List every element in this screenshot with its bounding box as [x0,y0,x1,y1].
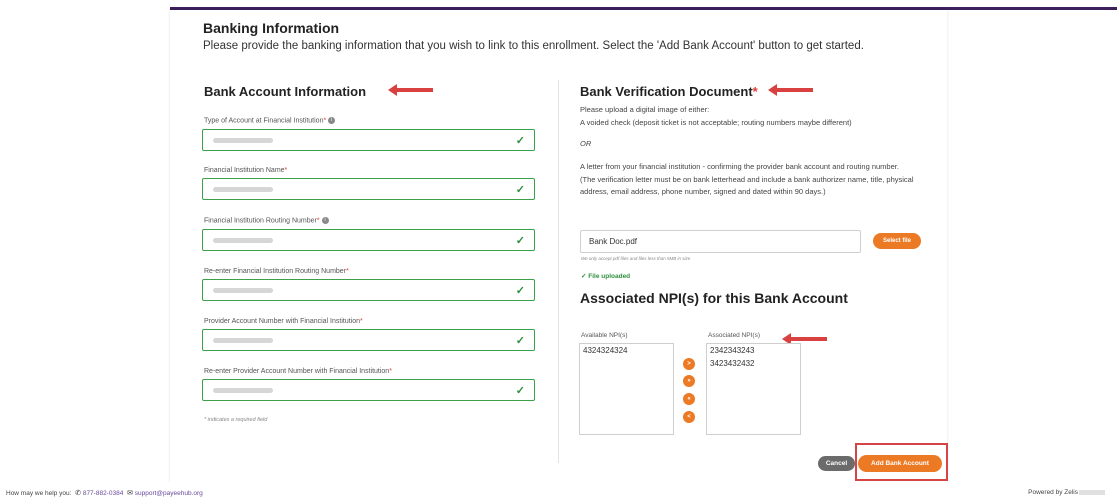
top-bar [0,0,1117,10]
account-type-label: Type of Account at Financial Institution… [204,117,336,124]
annotation-arrow [388,84,433,96]
check-icon: ✓ [515,184,525,196]
check-icon: ✓ [515,235,525,247]
upload-status: ✓ File uploaded [581,273,631,280]
mail-icon: ✉ [125,490,133,497]
footer-help: How may we help you: ✆ 877-882-0384 ✉ su… [6,490,203,497]
verification-option-letter: A letter from your financial institution… [580,162,914,196]
npi-title: Associated NPI(s) for this Bank Account [580,290,848,306]
verification-intro: Please upload a digital image of either: [580,105,710,114]
cancel-button[interactable]: Cancel [818,456,855,471]
list-item[interactable]: 3423432432 [707,357,800,370]
banking-description: Please provide the banking information t… [203,40,864,52]
list-item[interactable]: 2342343243 [707,344,800,357]
check-icon: ✓ [515,385,525,397]
annotation-arrow [768,84,813,96]
phone-icon: ✆ [73,490,82,497]
column-divider [558,80,559,463]
routing-confirm-field[interactable]: ✓ [202,279,535,301]
footer: How may we help you: ✆ 877-882-0384 ✉ su… [0,482,1117,502]
account-number-label: Provider Account Number with Financial I… [204,318,363,325]
required-note: * indicates a required field [204,417,268,423]
check-icon: ✓ [515,135,525,147]
account-type-field[interactable]: ✓ [202,129,535,151]
routing-number-field[interactable]: ✓ [202,229,535,251]
account-number-field[interactable]: ✓ [202,329,535,351]
move-left-button[interactable]: < [683,411,695,423]
move-all-right-button[interactable]: » [683,375,695,387]
file-name-field[interactable]: Bank Doc.pdf [580,230,861,253]
verification-title: Bank Verification Document* [580,84,758,99]
available-npi-list[interactable]: 4324324324 [579,343,674,435]
institution-name-field[interactable]: ✓ [202,178,535,200]
powered-by: Powered by Zelis [1028,489,1105,496]
available-npi-label: Available NPI(s) [581,332,628,339]
account-info-title: Bank Account Information [204,84,367,99]
email-link[interactable]: support@payeehub.org [135,490,203,497]
select-file-button[interactable]: Select file [873,233,921,249]
verification-or: OR [580,139,592,148]
list-item[interactable]: 4324324324 [580,344,673,357]
add-bank-account-button[interactable]: Add Bank Account [858,455,942,472]
file-note: We only accept pdf files and files less … [581,256,691,261]
info-icon[interactable]: i [328,117,336,124]
routing-confirm-label: Re-enter Financial Institution Routing N… [204,268,349,275]
account-confirm-field[interactable]: ✓ [202,379,535,401]
associated-npi-label: Associated NPI(s) [708,332,761,339]
info-icon[interactable]: i [321,217,329,224]
check-icon: ✓ [515,285,525,297]
move-all-left-button[interactable]: « [683,393,695,405]
banking-title: Banking Information [203,20,340,36]
institution-name-label: Financial Institution Name* [204,167,288,174]
move-right-button[interactable]: > [683,358,695,370]
verification-option-check: A voided check (deposit ticket is not ac… [580,118,852,127]
account-confirm-label: Re-enter Provider Account Number with Fi… [204,368,392,375]
check-icon: ✓ [515,335,525,347]
associated-npi-list[interactable]: 2342343243 3423432432 [706,343,801,435]
phone-link[interactable]: 877-882-0384 [83,490,123,497]
annotation-arrow [782,333,827,345]
routing-number-label: Financial Institution Routing Number* i [204,217,329,224]
